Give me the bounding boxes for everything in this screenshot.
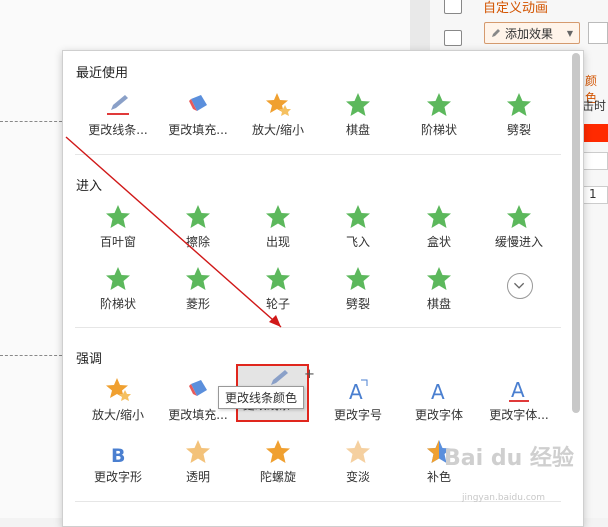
watermark-logo: Bai du 经验	[444, 446, 574, 471]
watermark-url: jingyan.baidu.com	[462, 493, 546, 503]
